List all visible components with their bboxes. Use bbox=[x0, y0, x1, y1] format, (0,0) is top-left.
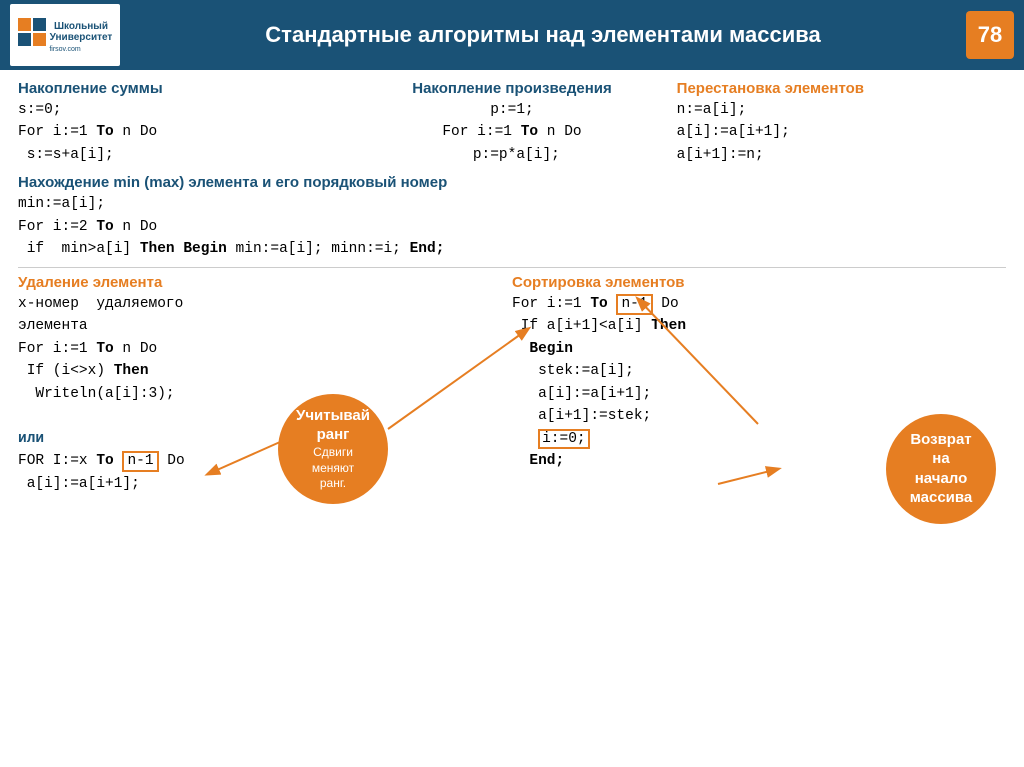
callout-return-line1: Возврат bbox=[910, 430, 973, 450]
logo-icon bbox=[18, 18, 46, 46]
section-swap: Перестановка элементов n:=a[i]; a[i]:=a[… bbox=[677, 80, 1006, 166]
section-minmax: Нахождение min (max) элемента и его поря… bbox=[18, 174, 1006, 260]
page-number: 78 bbox=[966, 11, 1014, 59]
code-line: a[i]:=a[i+1]; bbox=[18, 473, 512, 495]
code-line: For i:=1 To n-1 Do bbox=[512, 293, 1006, 315]
code-line: For i:=2 To n Do bbox=[18, 216, 1006, 238]
top-section: Накопление суммы s:=0; For i:=1 To n Do … bbox=[18, 80, 1006, 166]
bottom-section: Удаление элемента x-номер удаляемого эле… bbox=[18, 274, 1006, 495]
callout-return-text: Возврат на начало массива bbox=[910, 430, 973, 508]
code-line: a[i+1]:=n; bbox=[677, 144, 1006, 166]
section-product: Накопление произведения p:=1; For i:=1 T… bbox=[347, 80, 676, 166]
callout-return-line3: начало bbox=[910, 469, 973, 489]
callout-line1: Учитывай bbox=[296, 406, 370, 426]
code-line: s:=s+a[i]; bbox=[18, 144, 347, 166]
code-line: s:=0; bbox=[18, 99, 347, 121]
code-line: Writeln(a[i]:3); bbox=[18, 383, 512, 405]
section-delete-title: Удаление элемента bbox=[18, 274, 512, 291]
section-swap-code: n:=a[i]; a[i]:=a[i+1]; a[i+1]:=n; bbox=[677, 99, 1006, 166]
code-line: x-номер удаляемого bbox=[18, 293, 512, 315]
code-line: For i:=1 To n Do bbox=[18, 338, 512, 360]
callout-line5: ранг. bbox=[296, 476, 370, 492]
section-sort-title: Сортировка элементов bbox=[512, 274, 1006, 291]
callout-return-line4: массива bbox=[910, 488, 973, 508]
section-product-title: Накопление произведения bbox=[347, 80, 676, 97]
section-sum-title: Накопление суммы bbox=[18, 80, 347, 97]
code-line: If a[i+1]<a[i] Then bbox=[512, 315, 1006, 337]
divider bbox=[18, 267, 1006, 268]
header: Школьный Университет firsov.com Стандарт… bbox=[0, 0, 1024, 70]
code-line: FOR I:=x To n-1 Do bbox=[18, 450, 512, 472]
code-line: If (i<>x) Then bbox=[18, 360, 512, 382]
page-title: Стандартные алгоритмы над элементами мас… bbox=[120, 22, 966, 48]
code-line: Begin bbox=[512, 338, 1006, 360]
code-line: элемента bbox=[18, 315, 512, 337]
code-line: n:=a[i]; bbox=[677, 99, 1006, 121]
code-spacer bbox=[18, 405, 512, 427]
logo-sub: firsov.com bbox=[18, 46, 113, 53]
code-line: a[i]:=a[i+1]; bbox=[677, 121, 1006, 143]
callout-rank: Учитывай ранг Сдвиги меняют ранг. bbox=[278, 394, 388, 504]
callout-line4: меняют bbox=[296, 461, 370, 477]
section-product-code: p:=1; For i:=1 To n Do p:=p*a[i]; bbox=[347, 99, 676, 166]
code-line: For i:=1 To n Do bbox=[18, 121, 347, 143]
logo-text: Школьный Университет bbox=[50, 21, 113, 43]
code-line: stek:=a[i]; bbox=[512, 360, 1006, 382]
callout-rank-text: Учитывай ранг Сдвиги меняют ранг. bbox=[296, 406, 370, 492]
logo: Школьный Университет firsov.com bbox=[10, 4, 120, 66]
section-minmax-code: min:=a[i]; For i:=2 To n Do if min>a[i] … bbox=[18, 193, 1006, 260]
code-line: min:=a[i]; bbox=[18, 193, 1006, 215]
code-line: p:=1; bbox=[347, 99, 676, 121]
section-delete-code: x-номер удаляемого элемента For i:=1 To … bbox=[18, 293, 512, 495]
code-line: if min>a[i] Then Begin min:=a[i]; minn:=… bbox=[18, 238, 1006, 260]
code-line: For i:=1 To n Do bbox=[347, 121, 676, 143]
callout-return: Возврат на начало массива bbox=[886, 414, 996, 524]
highlight-n-minus-1-left: n-1 bbox=[122, 451, 158, 472]
section-sum-code: s:=0; For i:=1 To n Do s:=s+a[i]; bbox=[18, 99, 347, 166]
code-line: p:=p*a[i]; bbox=[347, 144, 676, 166]
section-delete: Удаление элемента x-номер удаляемого эле… bbox=[18, 274, 512, 495]
callout-line2: ранг bbox=[296, 425, 370, 445]
highlight-n-minus-1-right: n-1 bbox=[616, 294, 652, 315]
main-content: Накопление суммы s:=0; For i:=1 To n Do … bbox=[0, 70, 1024, 505]
callout-line3: Сдвиги bbox=[296, 445, 370, 461]
callout-return-line2: на bbox=[910, 449, 973, 469]
code-line: a[i]:=a[i+1]; bbox=[512, 383, 1006, 405]
code-line: или bbox=[18, 428, 512, 450]
section-sum: Накопление суммы s:=0; For i:=1 To n Do … bbox=[18, 80, 347, 166]
section-swap-title: Перестановка элементов bbox=[677, 80, 1006, 97]
section-minmax-title: Нахождение min (max) элемента и его поря… bbox=[18, 174, 1006, 191]
